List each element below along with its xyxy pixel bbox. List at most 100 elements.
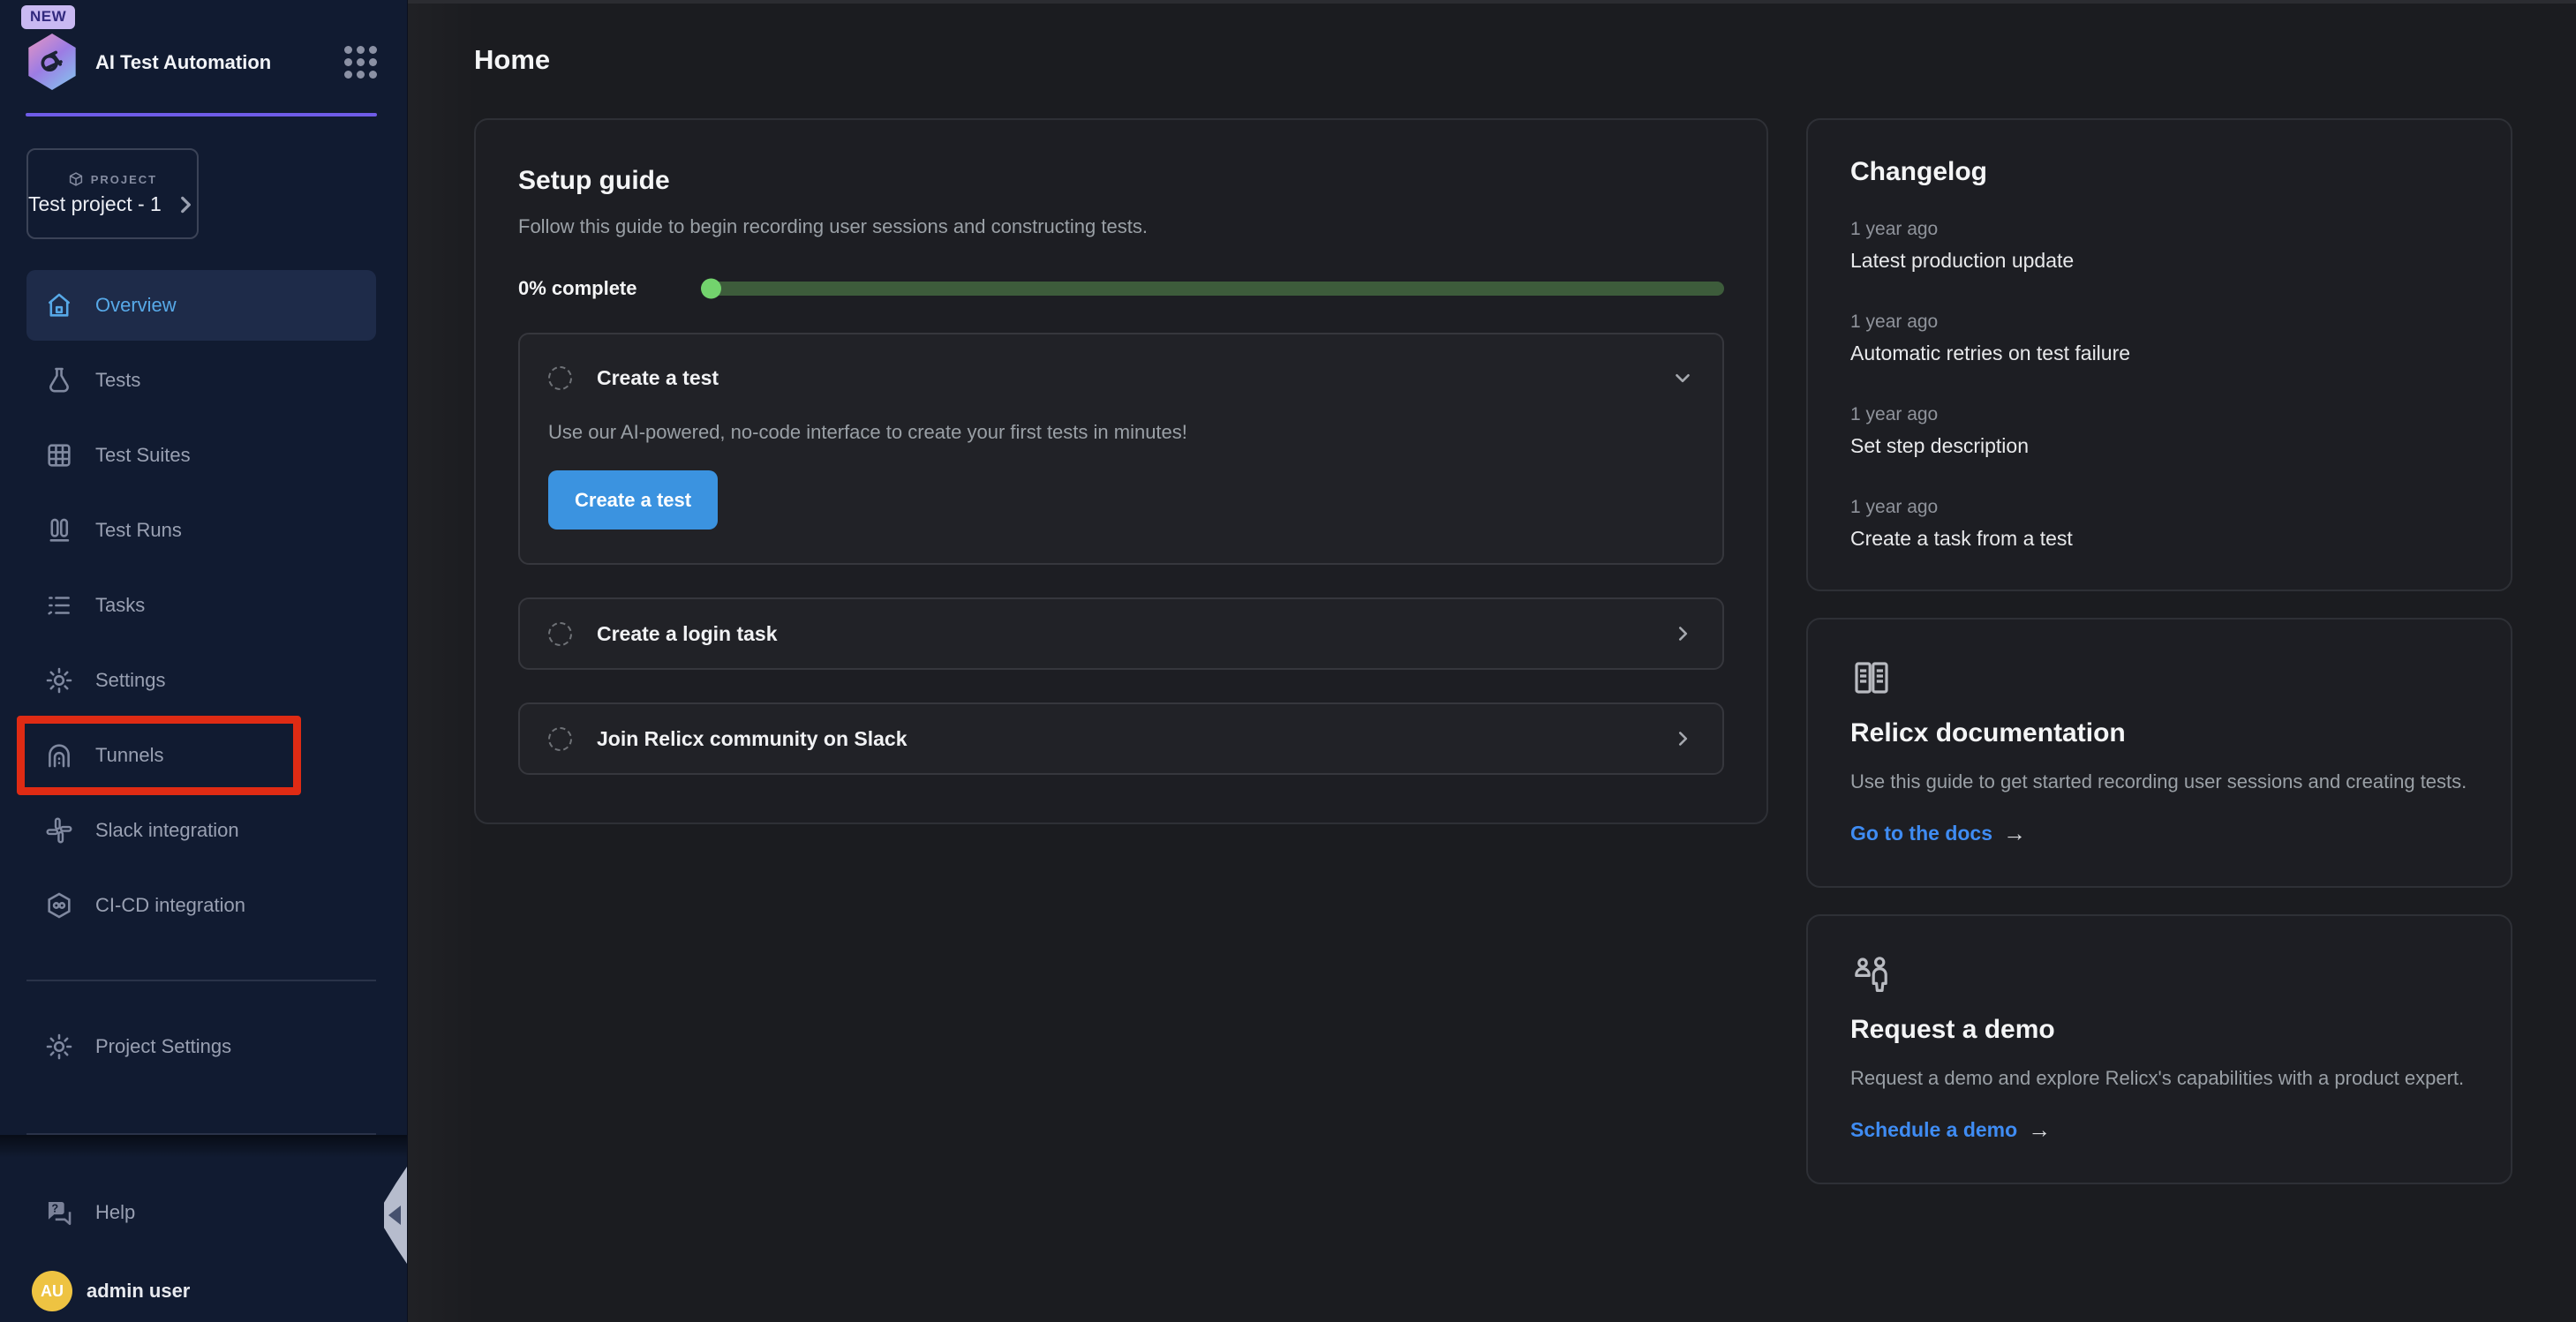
request-demo-card: Request a demo Request a demo and explor…: [1806, 914, 2512, 1184]
help-chat-icon: ?: [44, 1198, 74, 1228]
step-status-icon: [548, 727, 572, 751]
changelog-card: Changelog 1 year ago Latest production u…: [1806, 118, 2512, 591]
sidebar-secondary-nav: Project Settings: [26, 1011, 376, 1082]
sidebar-nav: Overview Tests Test Suites: [26, 270, 376, 941]
main-content: Home Setup guide Follow this guide to be…: [408, 0, 2576, 1322]
gear-icon: [44, 665, 74, 695]
link-label: Go to the docs: [1850, 822, 1992, 845]
sidebar-item-slack-integration[interactable]: Slack integration: [26, 795, 376, 866]
sidebar-item-cicd-integration[interactable]: CI-CD integration: [26, 870, 376, 941]
sidebar-item-label: Test Runs: [95, 519, 182, 542]
sidebar-item-test-suites[interactable]: Test Suites: [26, 420, 376, 491]
sidebar-item-label: CI-CD integration: [95, 894, 245, 917]
sidebar-item-label: Test Suites: [95, 444, 191, 467]
cicd-hexagon-icon: [44, 890, 74, 920]
sidebar-item-test-runs[interactable]: Test Runs: [26, 495, 376, 566]
help-label: Help: [95, 1201, 135, 1224]
chevron-right-icon: [174, 193, 197, 216]
app-grid-icon[interactable]: [344, 46, 377, 79]
setup-guide-title: Setup guide: [518, 166, 1724, 196]
cube-icon: [68, 171, 84, 187]
new-badge: NEW: [21, 5, 75, 29]
app-logo-icon: [26, 34, 78, 90]
step-description: Use our AI-powered, no-code interface to…: [548, 421, 1694, 444]
svg-text:?: ?: [51, 1201, 58, 1214]
brand-underline: [26, 113, 377, 116]
sidebar-item-label: Tunnels: [95, 744, 163, 767]
sidebar-item-label: Slack integration: [95, 819, 239, 842]
setup-progress: 0% complete: [518, 277, 1724, 300]
help-button[interactable]: ? Help: [26, 1184, 376, 1241]
arrow-right-icon: →: [2003, 820, 2026, 847]
sidebar-item-label: Project Settings: [95, 1035, 231, 1058]
sidebar-item-project-settings[interactable]: Project Settings: [26, 1011, 376, 1082]
tunnel-icon: [44, 740, 74, 770]
changelog-entry-title: Create a task from a test: [1850, 527, 2468, 551]
sidebar-item-label: Tests: [95, 369, 140, 392]
sidebar-item-overview[interactable]: Overview: [26, 270, 376, 341]
app-title: AI Test Automation: [95, 50, 344, 74]
home-icon: [44, 290, 74, 320]
book-icon: [1850, 657, 1893, 699]
gear-icon: [44, 1032, 74, 1062]
go-to-docs-link[interactable]: Go to the docs →: [1850, 820, 2468, 847]
create-a-test-button[interactable]: Create a test: [548, 470, 718, 530]
setup-guide-subtitle: Follow this guide to begin recording use…: [518, 215, 1724, 238]
sidebar-item-label: Overview: [95, 294, 177, 317]
task-list-icon: [44, 590, 74, 620]
changelog-time: 1 year ago: [1850, 219, 2468, 240]
changelog-entry-title: Latest production update: [1850, 249, 2468, 273]
slack-icon: [44, 815, 74, 845]
changelog-time: 1 year ago: [1850, 497, 2468, 518]
step-status-icon: [548, 622, 572, 646]
step-create-login-task[interactable]: Create a login task: [518, 597, 1724, 670]
link-label: Schedule a demo: [1850, 1118, 2017, 1142]
user-name: admin user: [87, 1280, 190, 1303]
progress-indicator: [701, 279, 721, 299]
chevron-right-icon: [1671, 727, 1694, 750]
request-demo-description: Request a demo and explore Relicx's capa…: [1850, 1059, 2468, 1097]
user-menu[interactable]: AU admin user: [26, 1271, 376, 1311]
step-join-slack-community[interactable]: Join Relicx community on Slack: [518, 702, 1724, 775]
sidebar-item-settings[interactable]: Settings: [26, 645, 376, 716]
sidebar-item-tasks[interactable]: Tasks: [26, 570, 376, 641]
request-demo-title: Request a demo: [1850, 1015, 2468, 1045]
documentation-description: Use this guide to get started recording …: [1850, 762, 2468, 800]
changelog-entry: 1 year ago Latest production update: [1850, 219, 2468, 273]
chevron-left-icon: [388, 1206, 401, 1225]
page-title: Home: [474, 44, 2512, 76]
project-selector[interactable]: PROJECT Test project - 1: [26, 148, 199, 239]
flask-icon: [44, 365, 74, 395]
step-title: Join Relicx community on Slack: [597, 727, 1671, 751]
people-icon: [1850, 953, 1893, 995]
sidebar: NEW AI Test Automation PROJECT: [0, 0, 408, 1322]
app-window: NEW AI Test Automation PROJECT: [0, 0, 2576, 1322]
progress-label: 0% complete: [518, 277, 702, 300]
brand-row: AI Test Automation: [26, 34, 377, 90]
changelog-time: 1 year ago: [1850, 404, 2468, 425]
changelog-time: 1 year ago: [1850, 312, 2468, 333]
project-name: Test project - 1: [28, 192, 162, 216]
chevron-right-icon: [1671, 622, 1694, 645]
changelog-title: Changelog: [1850, 157, 2468, 187]
changelog-entry: 1 year ago Set step description: [1850, 404, 2468, 458]
step-create-a-test[interactable]: Create a test Use our AI-powered, no-cod…: [518, 333, 1724, 565]
sidebar-divider: [26, 980, 376, 981]
changelog-entry-title: Automatic retries on test failure: [1850, 342, 2468, 365]
sidebar-item-label: Settings: [95, 669, 166, 692]
sidebar-item-tests[interactable]: Tests: [26, 345, 376, 416]
changelog-entry: 1 year ago Automatic retries on test fai…: [1850, 312, 2468, 365]
setup-guide-card: Setup guide Follow this guide to begin r…: [474, 118, 1768, 824]
sidebar-item-tunnels[interactable]: Tunnels: [26, 720, 376, 791]
step-title: Create a test: [597, 366, 1671, 390]
schedule-demo-link[interactable]: Schedule a demo →: [1850, 1116, 2468, 1144]
documentation-card: Relicx documentation Use this guide to g…: [1806, 618, 2512, 888]
step-status-icon: [548, 366, 572, 390]
progress-bar: [702, 282, 1724, 296]
avatar: AU: [32, 1271, 72, 1311]
arrow-right-icon: →: [2028, 1116, 2051, 1144]
chevron-down-icon: [1671, 366, 1694, 389]
sidebar-footer: ? Help AU admin user: [0, 1133, 407, 1322]
project-label: PROJECT: [91, 173, 157, 186]
right-column: Changelog 1 year ago Latest production u…: [1806, 118, 2512, 1184]
